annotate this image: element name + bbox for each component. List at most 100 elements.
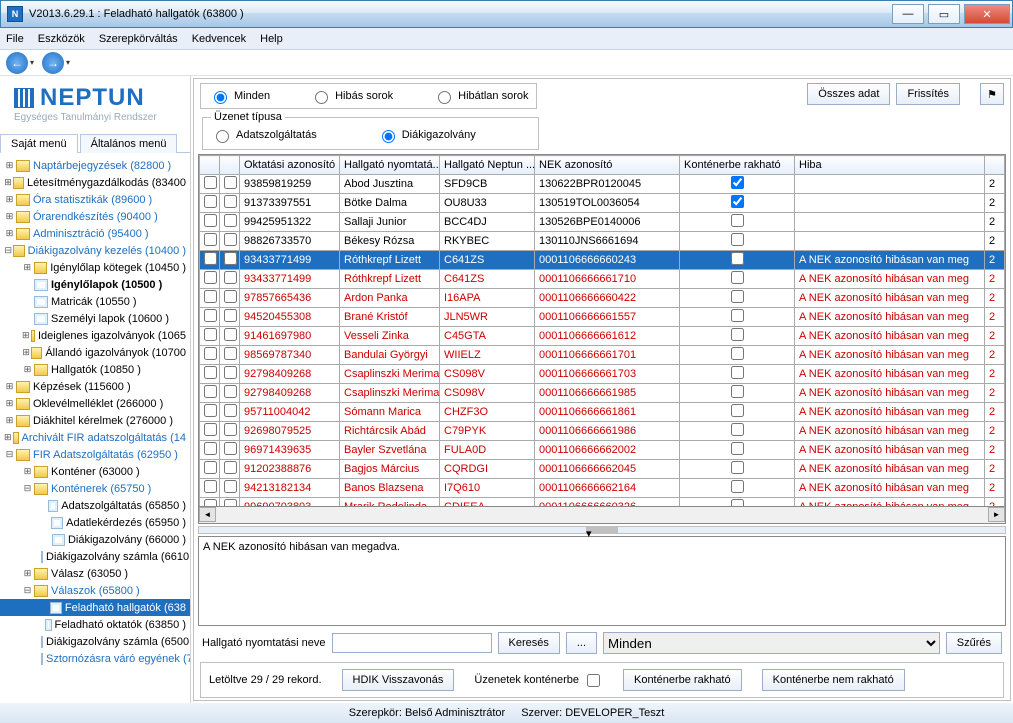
tree-item[interactable]: ⊞Létesítménygazdálkodás (83400 xyxy=(0,174,190,191)
nav-back-button[interactable]: ← xyxy=(6,52,28,74)
tree-expander-icon[interactable]: ⊞ xyxy=(22,262,33,273)
tree-expander-icon[interactable]: ⊞ xyxy=(4,211,15,222)
container-allowed-checkbox[interactable] xyxy=(731,214,744,227)
tree-item[interactable]: Igénylőlapok (10500 ) xyxy=(0,276,190,293)
row-checkbox[interactable] xyxy=(204,290,217,303)
tree-expander-icon[interactable]: ⊞ xyxy=(4,415,15,426)
table-row[interactable]: 93433771499Róthkrepf LizettC641ZS0001106… xyxy=(200,251,1005,270)
filter-apply-button[interactable]: Szűrés xyxy=(946,632,1002,654)
tree-item[interactable]: ⊞Ideiglenes igazolványok (1065 xyxy=(0,327,190,344)
table-row[interactable]: 98826733570Békesy RózsaRKYBEC130110JNS66… xyxy=(200,232,1005,251)
split-handle[interactable]: ▾ xyxy=(198,526,1006,534)
tree-item[interactable]: ⊟Konténerek (65750 ) xyxy=(0,480,190,497)
column-header[interactable]: Hiba xyxy=(795,156,985,175)
row-checkbox[interactable] xyxy=(224,404,237,417)
tree-item[interactable]: ⊟Diákigazolvány kezelés (10400 ) xyxy=(0,242,190,259)
table-row[interactable]: 95711004042Sómann MaricaCHZF3O0001106666… xyxy=(200,403,1005,422)
tree-item[interactable]: ⊟FIR Adatszolgáltatás (62950 ) xyxy=(0,446,190,463)
row-checkbox[interactable] xyxy=(204,423,217,436)
search-input[interactable] xyxy=(332,633,492,653)
tree-expander-icon[interactable]: ⊟ xyxy=(4,245,12,256)
tree-expander-icon[interactable]: ⊞ xyxy=(4,398,15,409)
table-row[interactable]: 94213182134Banos BlazsenaI7Q610000110666… xyxy=(200,479,1005,498)
container-allowed-checkbox[interactable] xyxy=(731,233,744,246)
tree-expander-icon[interactable]: ⊞ xyxy=(4,228,15,239)
navigation-tree[interactable]: ⊞Naptárbejegyzések (82800 )⊞Létesítményg… xyxy=(0,153,190,703)
tree-expander-icon[interactable]: ⊞ xyxy=(22,364,33,375)
row-checkbox[interactable] xyxy=(224,480,237,493)
container-allow-button[interactable]: Konténerbe rakható xyxy=(623,669,742,691)
minimize-button[interactable]: — xyxy=(892,4,924,24)
table-row[interactable]: 99690703803Mrarik RodelindaCDIEEA0001106… xyxy=(200,498,1005,508)
msgtype-card[interactable]: Diákigazolvány xyxy=(377,127,476,143)
table-row[interactable]: 93433771499Róthkrepf LizettC641ZS0001106… xyxy=(200,270,1005,289)
container-allowed-checkbox[interactable] xyxy=(731,176,744,189)
tree-item[interactable]: ⊟Válaszok (65800 ) xyxy=(0,582,190,599)
tree-item[interactable]: Feladható oktatók (63850 ) xyxy=(0,616,190,633)
tree-item[interactable]: ⊞Hallgatók (10850 ) xyxy=(0,361,190,378)
tree-item[interactable]: ⊞Oklevélmelléklet (266000 ) xyxy=(0,395,190,412)
row-checkbox[interactable] xyxy=(224,499,237,507)
menu-rolechange[interactable]: Szerepkörváltás xyxy=(99,33,178,45)
tree-item[interactable]: Adatlekérdezés (65950 ) xyxy=(0,514,190,531)
container-allowed-checkbox[interactable] xyxy=(731,404,744,417)
tree-item[interactable]: ⊞Válasz (63050 ) xyxy=(0,565,190,582)
tree-expander-icon[interactable]: ⊟ xyxy=(22,585,33,596)
container-allowed-checkbox[interactable] xyxy=(731,423,744,436)
tree-expander-icon[interactable]: ⊞ xyxy=(22,330,30,341)
menu-favorites[interactable]: Kedvencek xyxy=(192,33,246,45)
tree-item[interactable]: ⊞Naptárbejegyzések (82800 ) xyxy=(0,157,190,174)
row-checkbox[interactable] xyxy=(204,233,217,246)
tree-item[interactable]: Adatszolgáltatás (65850 ) xyxy=(0,497,190,514)
tree-item[interactable]: Sztornózásra váró egyének (7 xyxy=(0,650,190,667)
row-checkbox[interactable] xyxy=(224,347,237,360)
row-checkbox[interactable] xyxy=(224,366,237,379)
tree-expander-icon[interactable]: ⊞ xyxy=(4,381,15,392)
row-checkbox[interactable] xyxy=(224,309,237,322)
row-checkbox[interactable] xyxy=(224,271,237,284)
close-button[interactable]: ✕ xyxy=(964,4,1010,24)
nav-forward-button[interactable]: → xyxy=(42,52,64,74)
tab-own-menu[interactable]: Saját menü xyxy=(0,134,78,153)
container-allowed-checkbox[interactable] xyxy=(731,347,744,360)
row-checkbox[interactable] xyxy=(204,271,217,284)
scroll-right-icon[interactable]: ► xyxy=(988,507,1005,522)
nav-forward-menu[interactable]: ▾ xyxy=(66,58,70,67)
row-checkbox[interactable] xyxy=(204,385,217,398)
container-allowed-checkbox[interactable] xyxy=(731,271,744,284)
row-checkbox[interactable] xyxy=(204,442,217,455)
container-allowed-checkbox[interactable] xyxy=(731,252,744,265)
row-checkbox[interactable] xyxy=(204,366,217,379)
search-button[interactable]: Keresés xyxy=(498,632,560,654)
tab-general-menu[interactable]: Általános menü xyxy=(80,134,178,153)
menu-help[interactable]: Help xyxy=(260,33,283,45)
row-checkbox[interactable] xyxy=(204,404,217,417)
tree-expander-icon[interactable]: ⊞ xyxy=(4,194,15,205)
tree-item[interactable]: Matricák (10550 ) xyxy=(0,293,190,310)
container-allowed-checkbox[interactable] xyxy=(731,328,744,341)
tree-item[interactable]: ⊞Képzések (115600 ) xyxy=(0,378,190,395)
row-checkbox[interactable] xyxy=(204,309,217,322)
tree-expander-icon[interactable]: ⊟ xyxy=(22,483,33,494)
column-header[interactable]: NEK azonosító xyxy=(535,156,680,175)
column-header[interactable]: Hallgató nyomtatá... xyxy=(340,156,440,175)
table-row[interactable]: 91461697980Vesseli ZinkaC45GTA0001106666… xyxy=(200,327,1005,346)
data-grid[interactable]: Oktatási azonosítóHallgató nyomtatá...Ha… xyxy=(198,154,1006,507)
column-header[interactable]: Oktatási azonosító xyxy=(240,156,340,175)
grid-horizontal-scrollbar[interactable]: ◄ ► xyxy=(198,507,1006,524)
row-checkbox[interactable] xyxy=(204,328,217,341)
container-allowed-checkbox[interactable] xyxy=(731,442,744,455)
row-checkbox[interactable] xyxy=(224,423,237,436)
tree-expander-icon[interactable]: ⊞ xyxy=(22,466,33,477)
row-checkbox[interactable] xyxy=(224,252,237,265)
tree-expander-icon[interactable]: ⊞ xyxy=(4,432,12,443)
tree-item[interactable]: ⊞Adminisztráció (95400 ) xyxy=(0,225,190,242)
container-allowed-checkbox[interactable] xyxy=(731,290,744,303)
all-data-button[interactable]: Összes adat xyxy=(807,83,890,105)
tree-item[interactable]: ⊞Konténer (63000 ) xyxy=(0,463,190,480)
nav-back-menu[interactable]: ▾ xyxy=(30,58,34,67)
tree-item[interactable]: ⊞Igénylőlap kötegek (10450 ) xyxy=(0,259,190,276)
scroll-left-icon[interactable]: ◄ xyxy=(199,507,216,522)
table-row[interactable]: 92698079525Richtárcsik AbádC79PYK0001106… xyxy=(200,422,1005,441)
table-row[interactable]: 92798409268Csaplinszki MerimaCS098V00011… xyxy=(200,365,1005,384)
